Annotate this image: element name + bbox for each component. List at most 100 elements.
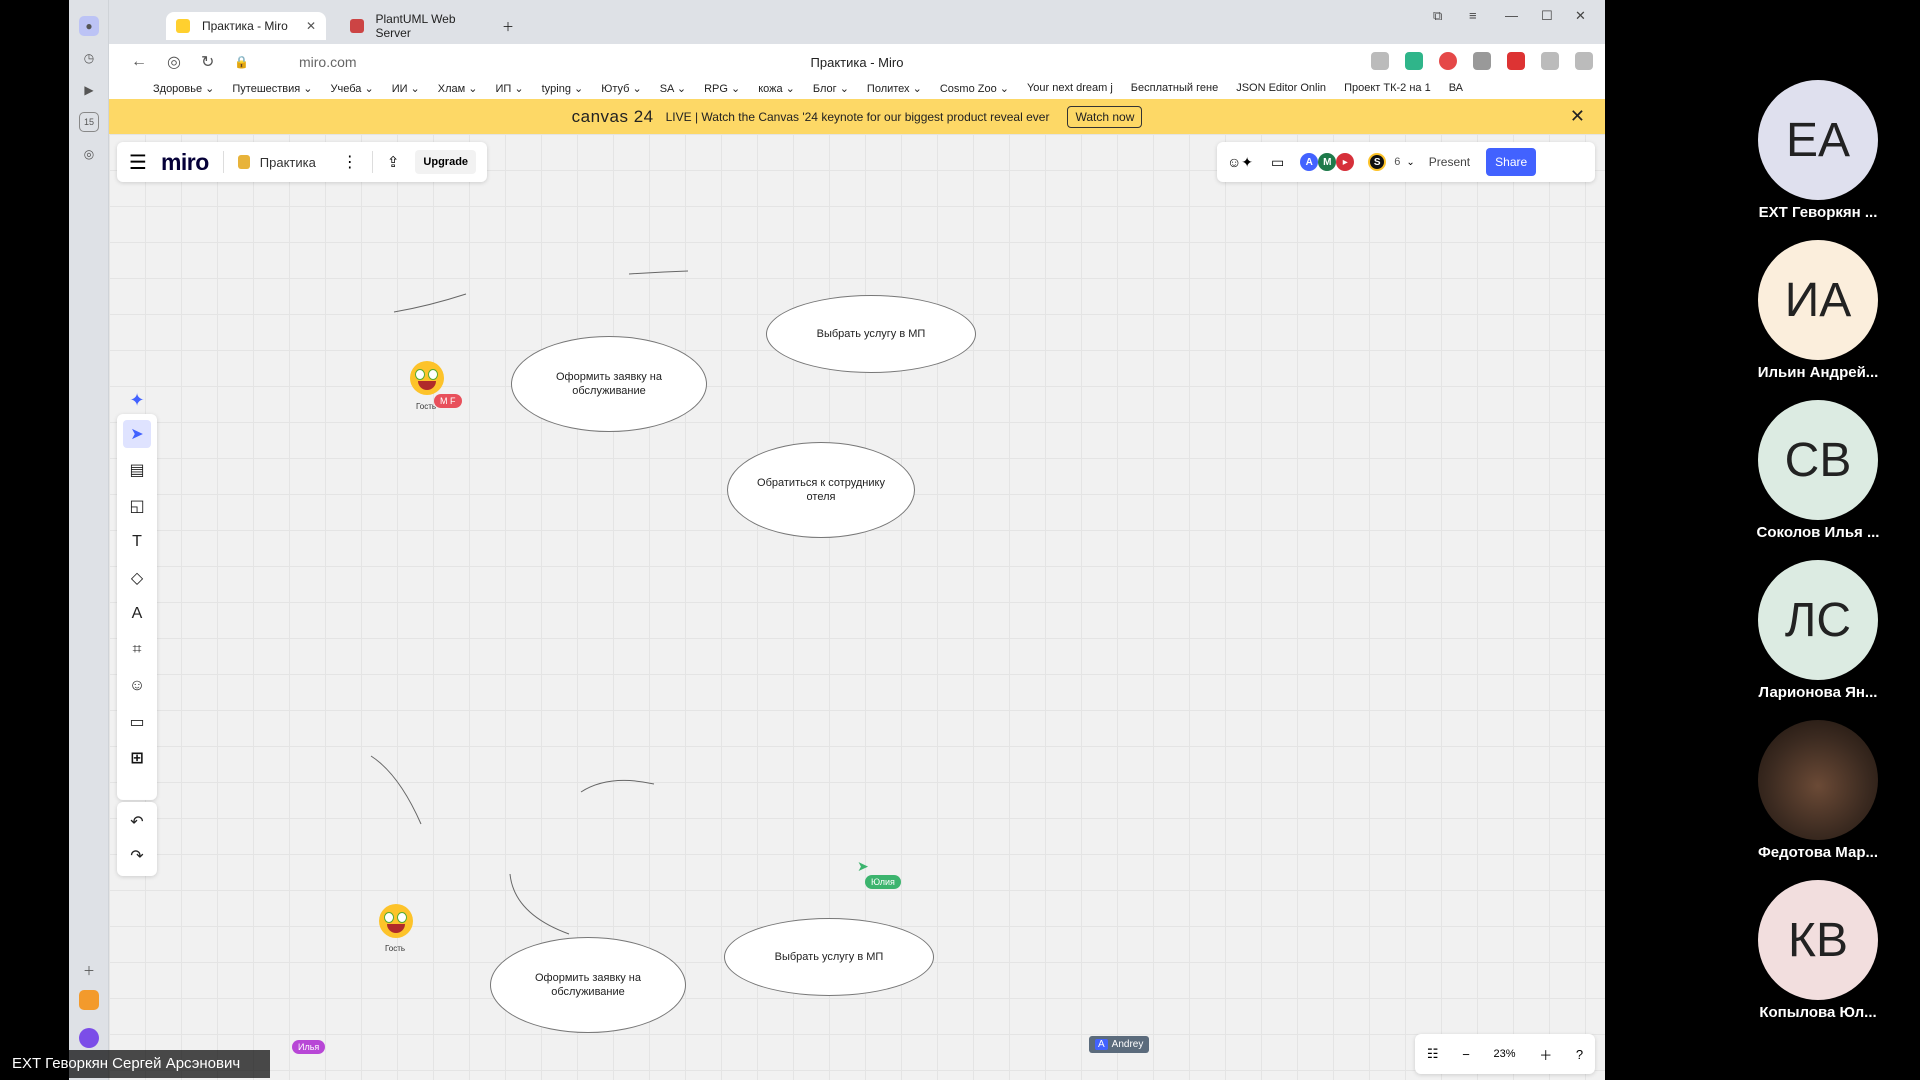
- help-icon[interactable]: ?: [1576, 1047, 1583, 1062]
- screenshot-icon[interactable]: ◎: [79, 144, 99, 164]
- tab-plantuml[interactable]: PlantUML Web Server: [340, 12, 500, 40]
- url-field[interactable]: miro.com: [299, 54, 357, 70]
- more-tools-icon[interactable]: ⊞: [123, 744, 151, 772]
- reader-icon[interactable]: ◎: [167, 52, 181, 72]
- present-button[interactable]: Present: [1429, 155, 1470, 169]
- bookmark-folder[interactable]: Cosmo Zoo ⌄: [940, 82, 1009, 95]
- zoom-in-icon[interactable]: ＋: [1539, 1045, 1552, 1064]
- bookmark-folder[interactable]: typing ⌄: [542, 82, 584, 95]
- list-view-icon[interactable]: ☷: [1427, 1046, 1439, 1062]
- board-icon: [237, 155, 250, 169]
- close-window-icon[interactable]: ✕: [1575, 8, 1586, 24]
- board-name[interactable]: Практика: [260, 155, 316, 170]
- comment-icon[interactable]: ▭: [123, 708, 151, 736]
- usecase-choose-service[interactable]: Выбрать услугу в МП: [766, 295, 976, 373]
- bookmark-link[interactable]: Проект ТК-2 на 1: [1344, 82, 1431, 94]
- assistant-icon[interactable]: [79, 1028, 99, 1048]
- participants-count[interactable]: 6: [1394, 156, 1400, 168]
- usecase-choose-service-2[interactable]: Выбрать услугу в МП: [724, 918, 934, 996]
- zoom-controls: ☷ − 23% ＋ ?: [1415, 1034, 1595, 1074]
- avatar-icon[interactable]: ▸: [1336, 153, 1355, 171]
- bookmark-folder[interactable]: Политех ⌄: [867, 82, 922, 95]
- reactions-icon[interactable]: ☺✦: [1227, 154, 1253, 171]
- participant-card[interactable]: ЕА EXT Геворкян ...: [1728, 80, 1908, 221]
- usecase-create-request[interactable]: Оформить заявку на обслуживание: [511, 336, 707, 432]
- bookmark-folder[interactable]: Блог ⌄: [813, 82, 849, 95]
- bookmark-folder[interactable]: кожа ⌄: [758, 82, 795, 95]
- shapes-icon[interactable]: ◇: [123, 564, 151, 592]
- chevron-down-icon[interactable]: ⌄: [1406, 157, 1414, 168]
- bookmark-folder[interactable]: RPG ⌄: [704, 82, 740, 95]
- bookmark-folder[interactable]: Учеба ⌄: [331, 82, 374, 95]
- participant-card[interactable]: ИА Ильин Андрей...: [1728, 240, 1908, 381]
- export-icon[interactable]: ⇪: [387, 153, 400, 171]
- more-options-icon[interactable]: ⋮: [342, 152, 358, 172]
- minimize-icon[interactable]: —: [1505, 8, 1518, 23]
- text-tool-icon[interactable]: T: [123, 528, 151, 556]
- close-banner-icon[interactable]: ✕: [1570, 106, 1585, 127]
- bookmark-link[interactable]: JSON Editor Onlin: [1236, 82, 1326, 94]
- avatar[interactable]: A: [1300, 153, 1319, 171]
- bookmark-icon[interactable]: [1371, 52, 1389, 70]
- hamburger-icon[interactable]: ≡: [1469, 8, 1477, 23]
- usecase-create-request-2[interactable]: Оформить заявку на обслуживание: [490, 937, 686, 1033]
- miro-board[interactable]: ☰ miro Практика ⋮ ⇪ Upgrade ☺✦ ▭ A M ▸ S: [109, 134, 1605, 1080]
- zoom-out-icon[interactable]: −: [1462, 1047, 1470, 1062]
- stickers-icon[interactable]: ☺: [123, 672, 151, 700]
- sticky-note-icon[interactable]: ◱: [123, 492, 151, 520]
- extension-z-icon[interactable]: [1405, 52, 1423, 70]
- frame-icon[interactable]: ⌗: [123, 636, 151, 664]
- watch-now-button[interactable]: Watch now: [1067, 105, 1143, 128]
- add-panel-icon[interactable]: ＋: [79, 960, 99, 980]
- bookmark-folder[interactable]: Хлам ⌄: [438, 82, 478, 95]
- extension-icon[interactable]: [1473, 52, 1491, 70]
- main-menu-icon[interactable]: ☰: [129, 150, 147, 175]
- participant-card[interactable]: Федотова Мар...: [1728, 720, 1908, 861]
- calendar-icon[interactable]: 15: [79, 112, 99, 132]
- undo-redo-panel: ↶ ↷: [117, 802, 157, 876]
- maximize-icon[interactable]: ☐: [1541, 8, 1553, 24]
- reload-icon[interactable]: ↻: [201, 52, 214, 72]
- pen-icon[interactable]: A: [123, 600, 151, 628]
- bookmark-folder[interactable]: SA ⌄: [660, 82, 686, 95]
- select-tool-icon[interactable]: ➤: [123, 420, 151, 448]
- templates-icon[interactable]: ▤: [123, 456, 151, 484]
- record-icon[interactable]: [1507, 52, 1525, 70]
- media-icon[interactable]: ▶: [79, 80, 99, 100]
- bookmark-link[interactable]: Бесплатный гене: [1131, 82, 1218, 94]
- participant-card[interactable]: ЛС Ларионова Ян...: [1728, 560, 1908, 701]
- history-icon[interactable]: ◷: [79, 48, 99, 68]
- avatar[interactable]: S: [1368, 153, 1387, 171]
- participant-card[interactable]: КВ Копылова Юл...: [1728, 880, 1908, 1021]
- participant-avatar: ИА: [1758, 240, 1878, 360]
- miro-logo[interactable]: miro: [161, 149, 209, 176]
- zoom-level[interactable]: 23%: [1493, 1048, 1515, 1060]
- participant-card[interactable]: СВ Соколов Илья ...: [1728, 400, 1908, 541]
- redo-icon[interactable]: ↷: [123, 842, 151, 870]
- avatar[interactable]: M: [1318, 153, 1337, 171]
- new-tab-button[interactable]: ＋: [493, 12, 523, 40]
- close-tab-icon[interactable]: ✕: [306, 19, 316, 33]
- bookmark-link[interactable]: Your next dream j: [1027, 82, 1113, 94]
- bookmark-folder[interactable]: ИП ⌄: [496, 82, 524, 95]
- comments-icon[interactable]: ▭: [1271, 154, 1284, 171]
- profile-icon[interactable]: ●: [79, 16, 99, 36]
- bookmark-link[interactable]: ВА: [1449, 82, 1463, 94]
- participant-name: Ларионова Ян...: [1758, 684, 1878, 701]
- adblock-icon[interactable]: [1439, 52, 1457, 70]
- app-icon[interactable]: [79, 990, 99, 1010]
- share-button[interactable]: Share: [1486, 148, 1537, 176]
- window-menu-icon[interactable]: ⧉: [1433, 8, 1442, 24]
- bookmark-folder[interactable]: Путешествия ⌄: [232, 82, 312, 95]
- bookmark-folder[interactable]: Ютуб ⌄: [601, 82, 641, 95]
- puzzle-icon[interactable]: [1541, 52, 1559, 70]
- undo-icon[interactable]: ↶: [123, 808, 151, 836]
- tab-miro[interactable]: Практика - Miro ✕: [166, 12, 326, 40]
- bookmark-folder[interactable]: ИИ ⌄: [392, 82, 420, 95]
- upgrade-button[interactable]: Upgrade: [415, 150, 477, 174]
- guest-label: Гость: [416, 402, 437, 411]
- usecase-contact-staff[interactable]: Обратиться к сотруднику отеля: [727, 442, 915, 538]
- bookmark-folder[interactable]: Здоровье ⌄: [153, 82, 214, 95]
- back-icon[interactable]: ←: [131, 53, 147, 71]
- download-icon[interactable]: [1575, 52, 1593, 70]
